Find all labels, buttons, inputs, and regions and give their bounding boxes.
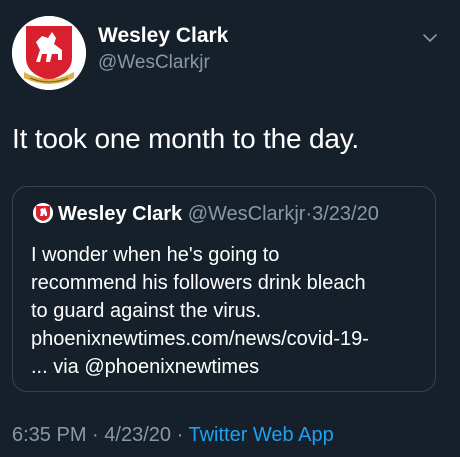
quoted-tweet-header: Wesley Clark @WesClarkjr·3/23/20 [33, 203, 379, 226]
author-handle[interactable]: @WesClarkjr [98, 52, 210, 74]
horse-crest-icon [12, 16, 86, 90]
tweet-meta: 6:35 PM · 4/23/20 · Twitter Web App [12, 424, 334, 447]
tweet-date[interactable]: 4/23/20 [104, 424, 171, 446]
quoted-text-line: to guard against the virus. [31, 300, 262, 322]
quoted-text-line: I wonder when he's going to [31, 244, 280, 266]
author-name[interactable]: Wesley Clark [98, 24, 228, 48]
quoted-text-line: phoenixnewtimes.com/news/covid-19- [31, 328, 369, 350]
quoted-author-name: Wesley Clark [58, 203, 183, 225]
quoted-tweet-card[interactable]: Wesley Clark @WesClarkjr·3/23/20 I wonde… [12, 186, 436, 392]
tweet-source-link[interactable]: Twitter Web App [188, 424, 333, 446]
quoted-author-handle: @WesClarkjr [187, 203, 306, 225]
horse-crest-icon [33, 203, 53, 223]
tweet-text: It took one month to the day. [12, 123, 360, 154]
chevron-down-icon[interactable] [420, 28, 440, 48]
meta-separator: · [92, 424, 99, 446]
quoted-tweet-text: I wonder when he's going to recommend hi… [31, 241, 369, 381]
meta-separator: · [176, 424, 184, 446]
quoted-text-line: ... via @phoenixnewtimes [31, 356, 260, 378]
quoted-avatar [33, 203, 53, 223]
tweet-time[interactable]: 6:35 PM [12, 424, 86, 446]
quoted-date: 3/23/20 [312, 203, 379, 225]
quoted-text-line: recommend his followers drink bleach [31, 272, 366, 294]
profile-avatar[interactable] [12, 16, 86, 90]
